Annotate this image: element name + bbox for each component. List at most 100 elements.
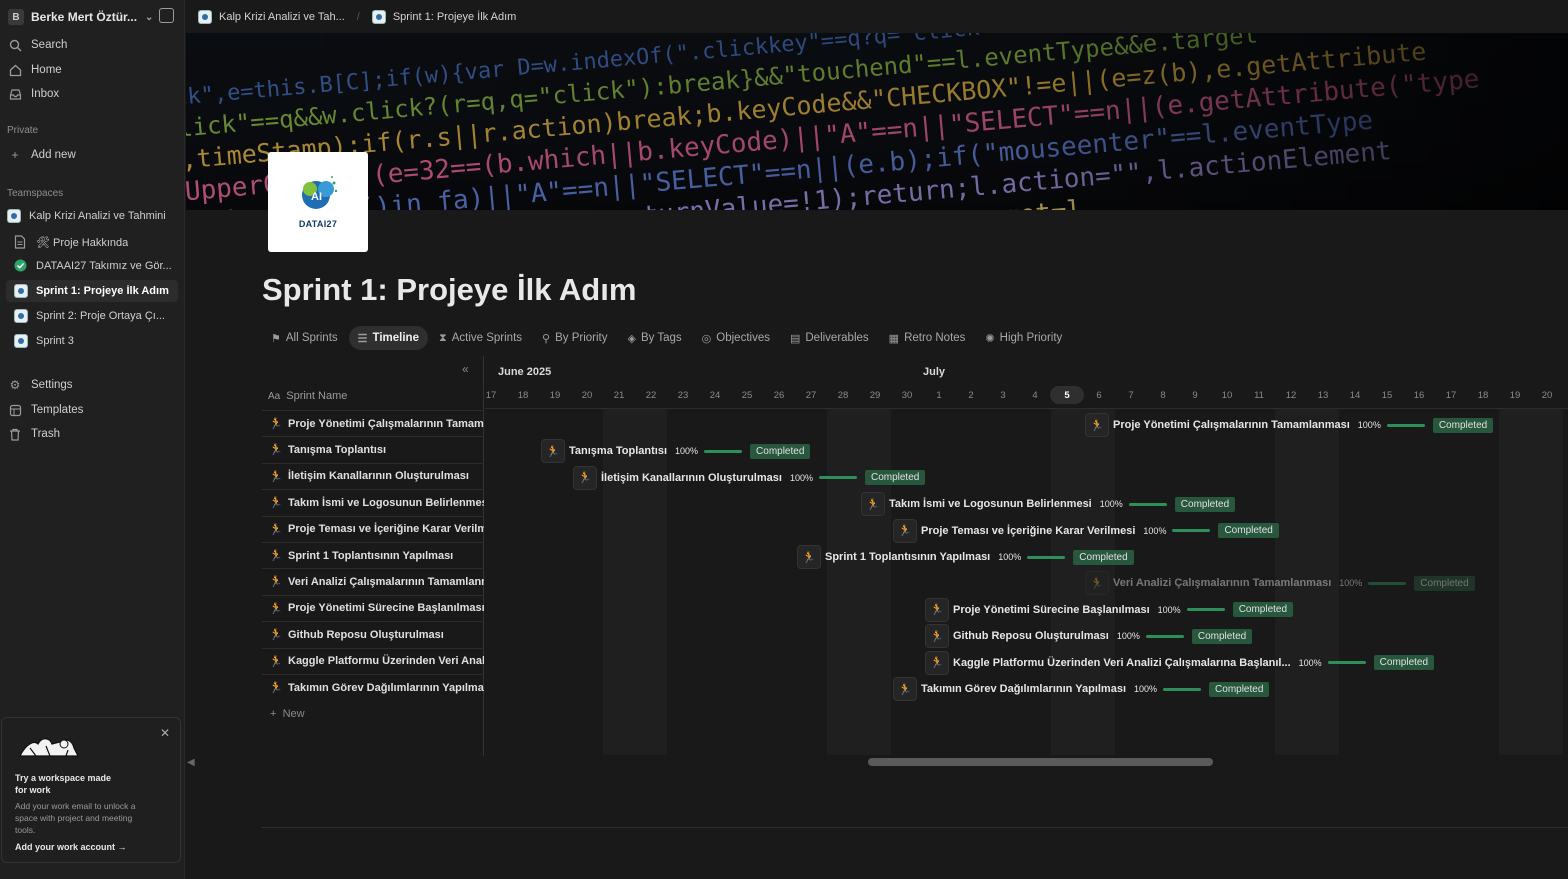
progress-bar: [1163, 687, 1202, 691]
tab-sprint-1[interactable]: Sprint 1: Projeye İlk Adım: [371, 9, 516, 24]
running-person-icon: 🏃: [269, 655, 283, 668]
running-person-icon: 🏃: [269, 602, 283, 615]
page-icon-logo[interactable]: AI DATAI27: [268, 152, 368, 252]
timeline-bar[interactable]: 🏃 Veri Analizi Çalışmalarının Tamamlanmas…: [1085, 571, 1475, 596]
tab-timeline[interactable]: ☰ Timeline: [348, 326, 428, 350]
running-person-icon: 🏃: [269, 497, 283, 510]
timeline-bar[interactable]: 🏃 Proje Yönetimi Sürecine Başlanılması 100…: [925, 597, 1294, 622]
table-row[interactable]: 🏃 Sprint 1 Toplantısının Yapılması: [262, 542, 484, 568]
document-icon: [14, 235, 28, 249]
sidebar-item-inbox[interactable]: Inbox: [8, 83, 178, 105]
sidebar-item-label: Inbox: [31, 88, 60, 100]
table-row[interactable]: 🏃 İletişim Kanallarının Oluşturulması: [262, 462, 484, 489]
new-row-button[interactable]: + New: [270, 708, 305, 720]
timeline-icon: ☰: [357, 332, 368, 345]
box-icon: ▤: [789, 332, 801, 345]
progress-percent: 100%: [1099, 499, 1123, 510]
day-label: 12: [1285, 390, 1297, 401]
table-row[interactable]: 🏃 Proje Yönetimi Sürecine Başlanılması: [262, 594, 484, 621]
teamspace-logo-icon: [7, 209, 21, 223]
table-row[interactable]: 🏃 Kaggle Platformu Üzerinden Veri Analizi: [262, 647, 484, 674]
table-row[interactable]: 🏃 Proje Teması ve İçeriğine Karar Verilme…: [262, 515, 484, 542]
tab-high-priority[interactable]: ✺ High Priority: [976, 326, 1071, 350]
search-icon: [8, 38, 22, 52]
teamspace-item[interactable]: Kalp Krizi Analizi ve Tahmini: [2, 205, 174, 227]
running-person-icon: 🏃: [925, 624, 949, 649]
page-cover-image[interactable]: ick",e=this.B[C];if(w){var D=w.indexOf("…: [186, 33, 1568, 210]
tab-by-priority[interactable]: ⚲ By Priority: [533, 326, 616, 350]
table-row[interactable]: 🏃 Veri Analizi Çalışmalarının Tamamlanmas…: [262, 568, 484, 594]
table-row[interactable]: 🏃 Tanışma Toplantısı: [262, 436, 484, 462]
day-label: 14: [1349, 390, 1361, 401]
workspace-switcher[interactable]: B Berke Mert Öztür... ⌄: [8, 7, 178, 27]
timeline-bar-label: İletişim Kanallarının Oluşturulması: [601, 471, 782, 484]
day-label: 20: [1541, 390, 1553, 401]
view-tab-label: By Tags: [640, 332, 682, 344]
sidebar-item-label: Settings: [31, 379, 73, 391]
sidebar-page-label: Sprint 1: Projeye İlk Adım: [36, 285, 169, 297]
tab-active-sprints[interactable]: ⧗ Active Sprints: [430, 326, 531, 350]
day-label: 6: [1096, 390, 1102, 401]
sidebar-item-templates[interactable]: Templates: [8, 399, 178, 421]
tab-deliverables[interactable]: ▤ Deliverables: [781, 326, 878, 350]
notes-icon: ▦: [888, 332, 900, 345]
plus-icon: +: [11, 148, 19, 162]
running-person-icon: 🏃: [269, 523, 283, 536]
page-bottom-divider: [261, 827, 1568, 828]
day-label: 30: [901, 390, 913, 401]
horizontal-scrollbar[interactable]: [868, 758, 1213, 766]
tab-objectives[interactable]: ◎ Objectives: [693, 326, 779, 350]
promo-cta-label: Add your work account: [15, 842, 116, 852]
column-header-sprint-name[interactable]: Aa Sprint Name: [268, 390, 347, 402]
chevron-down-icon[interactable]: ⌄: [145, 12, 153, 23]
sidebar-page-takim[interactable]: DATAAI27 Takımız ve Gör...: [6, 255, 178, 277]
timeline-bar[interactable]: 🏃 Kaggle Platformu Üzerinden Veri Analizi…: [925, 650, 1435, 675]
sidebar-page-sprint-2[interactable]: Sprint 2: Proje Ortaya Çı...: [6, 305, 178, 327]
svg-text:AI: AI: [311, 191, 322, 203]
sidebar-page-sprint-1[interactable]: Sprint 1: Projeye İlk Adım: [6, 280, 178, 302]
add-new-button[interactable]: + Add new: [8, 144, 178, 166]
progress-percent: 100%: [1134, 684, 1158, 694]
tab-retro-notes[interactable]: ▦ Retro Notes: [880, 326, 975, 350]
sidebar-page-proje-hakkinda[interactable]: 🛠 Proje Hakkında: [6, 231, 178, 253]
column-header-label: Sprint Name: [286, 390, 348, 402]
sidebar-item-settings[interactable]: ⚙ Settings: [8, 374, 178, 396]
add-work-account-button[interactable]: Add your work account →: [15, 842, 127, 852]
scroll-left-icon[interactable]: ◀: [187, 757, 195, 768]
progress-bar: [1027, 555, 1066, 559]
sidebar-item-home[interactable]: Home: [8, 59, 178, 81]
collapse-table-icon[interactable]: «: [462, 362, 469, 376]
timeline-bar[interactable]: 🏃 Tanışma Toplantısı 100% Completed: [541, 439, 811, 464]
tab-by-tags[interactable]: ◈ By Tags: [619, 326, 691, 350]
timeline-bar[interactable]: 🏃 Takımın Görev Dağılımlarının Yapılması 1…: [893, 677, 1270, 701]
tab-all-sprints[interactable]: ⚑ All Sprints: [262, 326, 347, 350]
code-cover-illustration: ick",e=this.B[C];if(w){var D=w.indexOf("…: [186, 33, 1568, 210]
workspace-avatar: B: [8, 9, 24, 25]
tab-kalp-krizi[interactable]: Kalp Krizi Analizi ve Tah...: [198, 9, 345, 24]
plus-icon: +: [270, 708, 277, 720]
sidebar-page-label: DATAAI27 Takımız ve Gör...: [36, 260, 172, 272]
timeline-table: « Aa Sprint Name 🏃 Proje Yönetimi Çalışma…: [262, 356, 484, 756]
sidebar-item-search[interactable]: Search: [8, 34, 178, 56]
running-person-icon: 🏃: [269, 418, 283, 430]
weekend-shade: [1499, 408, 1563, 755]
timeline-bar[interactable]: 🏃 Sprint 1 Toplantısının Yapılması 100% Com…: [797, 545, 1134, 569]
day-label: 20: [581, 390, 593, 401]
table-row[interactable]: 🏃 Takım İsmi ve Logosunun Belirlenmesi: [262, 489, 484, 515]
timeline-bar[interactable]: 🏃 İletişim Kanallarının Oluşturulması 100%…: [573, 465, 926, 490]
sidebar-item-trash[interactable]: Trash: [8, 423, 178, 445]
view-tab-label: By Priority: [555, 332, 608, 344]
timeline-bar[interactable]: 🏃 Proje Yönetimi Çalışmalarının Tamamlanm…: [1085, 413, 1494, 437]
timeline-bar[interactable]: 🏃 Github Reposu Oluşturulması 100% Complete…: [925, 624, 1253, 649]
sidebar-page-sprint-3[interactable]: Sprint 3: [6, 330, 178, 352]
table-row[interactable]: 🏃 Proje Yönetimi Çalışmalarının Tamamlanm…: [262, 410, 484, 436]
page-title[interactable]: Sprint 1: Projeye İlk Adım: [262, 272, 636, 308]
table-row[interactable]: 🏃 Github Reposu Oluşturulması: [262, 621, 484, 647]
timeline-bar[interactable]: 🏃 Proje Teması ve İçeriğine Karar Verilme…: [893, 518, 1279, 543]
table-row[interactable]: 🏃 Takımın Görev Dağılımlarının Yapılması: [262, 674, 484, 700]
day-label: 3: [1000, 390, 1006, 401]
new-page-icon[interactable]: [159, 8, 174, 23]
close-icon[interactable]: ✕: [160, 726, 170, 740]
timeline-bar[interactable]: 🏃 Takım İsmi ve Logosunun Belirlenmesi 100…: [861, 492, 1236, 517]
sprint-name-cell: Proje Yönetimi Sürecine Başlanılması: [288, 602, 484, 615]
